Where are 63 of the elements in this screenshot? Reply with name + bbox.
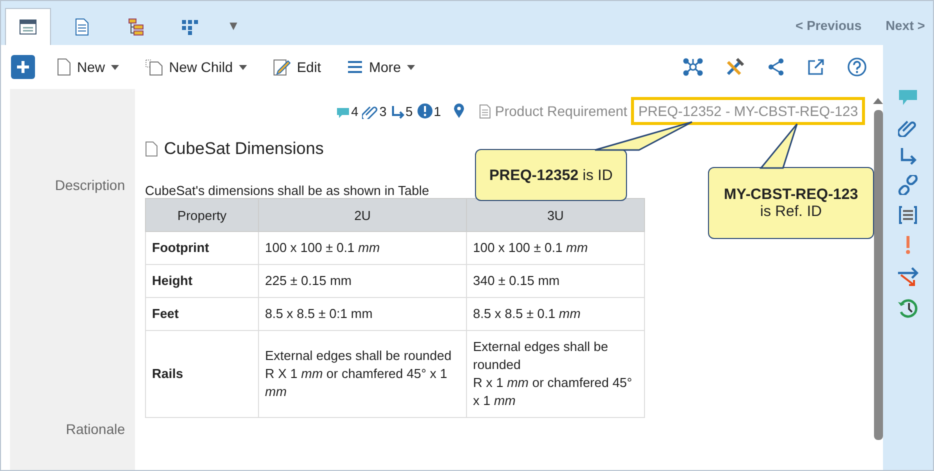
more-button[interactable]: More [340,55,421,79]
arrows-icon[interactable] [897,265,919,287]
table-cell: Rails [146,330,258,418]
table-cell: Feet [146,298,258,330]
grid-icon [181,19,199,35]
document-icon [145,141,158,157]
tools-icon[interactable] [725,57,745,77]
document-icon [75,18,89,36]
table-cell: 8.5 x 8.5 ± 0:1 mm [258,298,466,330]
callout-text: PREQ-12352 is ID [489,166,613,184]
location-pin-icon [453,103,466,119]
previous-link[interactable]: < Previous [795,18,862,33]
item-id: PREQ-12352 - MY-CBST-REQ-123 [631,97,865,125]
history-icon[interactable] [897,297,919,319]
column-header: 2U [258,198,466,232]
count-text: 1 [434,104,442,119]
arrow-icon[interactable] [899,147,917,165]
table-cell: 340 ± 0.15 mm [466,264,644,298]
table-cell: External edges shall be rounded R x 1 mm or chamfered 45° x 1 mm [466,330,644,418]
count-text: 4 [351,104,358,118]
menu-icon [346,60,363,74]
list-icon[interactable] [898,205,918,225]
count-text: 3 [379,104,387,119]
new-button[interactable]: New [51,54,126,80]
tab-menu-caret[interactable]: ▼ [221,18,250,45]
next-link[interactable]: Next > [886,18,925,33]
count-text: 5 [406,104,413,118]
comment-icon [336,106,350,118]
table-cell: Height [146,264,258,298]
document-icon [479,104,492,118]
add-button[interactable] [11,55,35,79]
arrow-icon [390,104,405,118]
view-tab[interactable] [5,8,51,45]
table-cell: 225 ± 0.15 mm [258,264,466,298]
new-child-button[interactable]: New Child [139,54,253,80]
edit-button[interactable]: Edit [266,54,327,80]
column-header: Property [146,198,258,232]
tree-icon [128,18,144,36]
table-cell: External edges shall be rounded R X 1 mm or chamfered 45° x 1 mm [258,330,466,418]
callout-text: MY-CBST-REQ-123 is Ref. ID [724,186,858,220]
page-icon [57,58,71,76]
network-icon[interactable] [683,57,703,77]
scroll-up-icon[interactable] [873,97,883,104]
field-label: Rationale [64,421,126,437]
help-icon[interactable] [847,57,867,77]
description-text: CubeSat's dimensions shall be as shown in Table [145,183,430,198]
scrollbar-thumb[interactable] [874,110,882,440]
table-cell: Footprint [146,232,258,264]
item-title: CubeSat Dimensions [164,139,324,159]
popout-icon[interactable] [807,58,825,76]
window-icon [19,19,37,35]
exclamation-icon [416,103,433,119]
share-icon[interactable] [767,58,785,76]
plus-icon [16,60,30,74]
child-page-icon [145,58,164,76]
item-type: Product Requirement [495,103,628,119]
table-cell: 100 x 100 ± 0.1 mm [258,232,466,264]
table-cell: 8.5 x 8.5 ± 0.1 mm [466,298,644,330]
column-header: 3U [466,198,644,232]
edit-icon [272,58,291,76]
table-cell: 100 x 100 ± 0.1 mm [466,232,644,264]
field-label: Description [54,177,126,193]
link-icon[interactable] [898,175,918,195]
